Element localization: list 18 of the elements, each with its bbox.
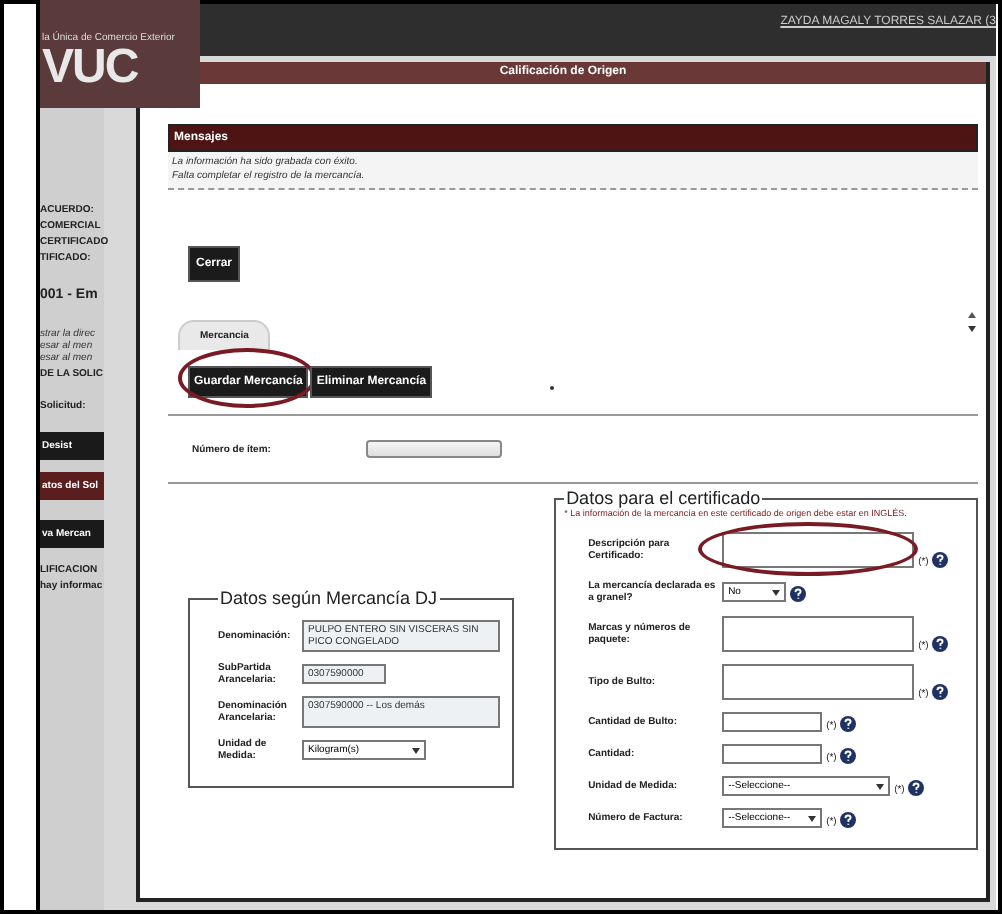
help-icon[interactable] — [932, 636, 949, 652]
panel-legend: Datos para el certificado — [564, 488, 763, 508]
text-area[interactable] — [722, 616, 915, 652]
text-area[interactable] — [722, 664, 915, 700]
text-area[interactable] — [722, 532, 915, 568]
item-number-select[interactable] — [366, 440, 503, 458]
help-icon[interactable] — [932, 684, 949, 700]
logo: VUC — [42, 44, 140, 92]
panel-legend: Datos según Mercancía DJ — [218, 588, 440, 608]
help-icon[interactable] — [840, 812, 857, 828]
help-icon[interactable] — [840, 716, 857, 732]
help-icon[interactable] — [908, 780, 925, 796]
scroll-arrows-icon[interactable] — [966, 310, 978, 334]
help-icon[interactable] — [932, 552, 949, 568]
help-icon[interactable] — [840, 748, 857, 764]
input-field[interactable] — [722, 744, 823, 764]
help-icon[interactable] — [790, 586, 807, 602]
input-field[interactable] — [722, 712, 823, 732]
